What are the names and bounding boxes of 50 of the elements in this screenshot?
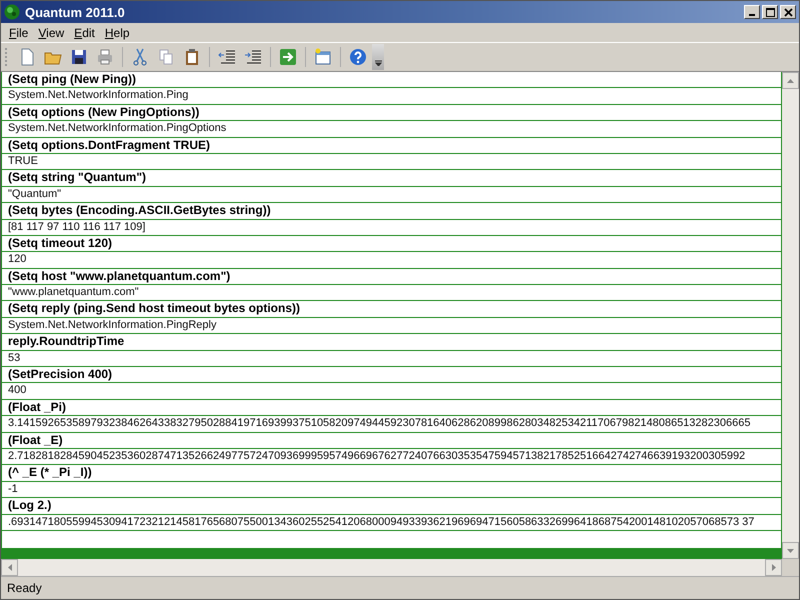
close-button[interactable] — [780, 5, 796, 19]
console-entry: "Quantum" — [2, 186, 781, 204]
console-entry: (Setq reply (ping.Send host timeout bytes options)) — [2, 301, 781, 318]
console-entry: (Float _Pi) — [2, 400, 781, 416]
overflow-button[interactable] — [372, 44, 384, 70]
up-arrow-icon — [787, 78, 794, 82]
console-entry: System.Net.NetworkInformation.PingReply — [2, 318, 781, 334]
menu-item[interactable]: Help — [100, 26, 135, 40]
console-entry: 3.141592653589793238462643383279502884197169399375105820974944592307816406286208998628034825342117067982148086513282306665 — [2, 416, 781, 433]
menu-item[interactable]: Edit — [69, 26, 100, 40]
console-entry: 53 — [2, 350, 781, 368]
console-entry: 120 — [2, 252, 781, 269]
console-entry: "www.planetquantum.com" — [2, 285, 781, 302]
globe-icon — [4, 4, 20, 20]
input-field[interactable] — [2, 530, 781, 549]
console-entry: (Setq bytes (Encoding.ASCII.GetBytes string)) — [2, 203, 781, 220]
vertical-scrollbar[interactable] — [782, 72, 799, 559]
left-arrow-icon — [8, 564, 12, 571]
console-entry: (Setq host "www.planetquantum.com") — [2, 268, 781, 286]
console-entry: (Setq timeout 120) — [2, 236, 781, 252]
maximize-icon — [766, 8, 774, 16]
console-entry: 2.71828182845904523536028747135266249775724709369995957496696762772407663035354759457138217852516642742746639193200305992 — [2, 448, 781, 466]
console-entry: reply.RoundtripTime — [2, 334, 781, 351]
console-entry: 400 — [2, 383, 781, 400]
close-icon — [784, 8, 792, 16]
menu-item[interactable]: View — [33, 26, 70, 40]
window-title: Quantum 2011.0 — [25, 4, 126, 20]
console-entry: (Float _E) — [2, 432, 781, 449]
console-entry: (Setq string "Quantum") — [2, 170, 781, 187]
console-entry: (SetPrecision 400) — [2, 367, 781, 384]
console-entry: TRUE — [2, 154, 781, 170]
console-entry: (Setq options.DontFragment TRUE) — [2, 138, 781, 154]
console-entry: (^ _E (* _Pi _I)) — [2, 465, 781, 482]
down-arrow-icon — [787, 548, 794, 552]
console-entry: .69314718055994530941723212145817656807550013436025525412068000949339362196969471560586332699641868754200148102057068573 37 — [2, 514, 781, 531]
console-entry: (Setq ping (New Ping)) — [2, 72, 781, 88]
maximize-button[interactable] — [762, 5, 778, 19]
status-text: Ready — [7, 581, 42, 595]
console-entry: System.Net.NetworkInformation.PingOptions — [2, 121, 781, 138]
console-entry: -1 — [2, 482, 781, 498]
console-entry: [81 117 97 110 116 117 109] — [2, 220, 781, 236]
minimize-button[interactable] — [744, 5, 760, 19]
minimize-icon — [749, 14, 755, 16]
console-entry: System.Net.NetworkInformation.Ping — [2, 88, 781, 105]
menu-item[interactable]: File — [4, 26, 34, 40]
horizontal-scrollbar[interactable] — [1, 559, 782, 576]
right-arrow-icon — [772, 564, 776, 571]
console-entry: (Log 2.) — [2, 498, 781, 515]
console-entry: (Setq options (New PingOptions)) — [2, 104, 781, 122]
chevron-down-icon — [374, 60, 382, 66]
